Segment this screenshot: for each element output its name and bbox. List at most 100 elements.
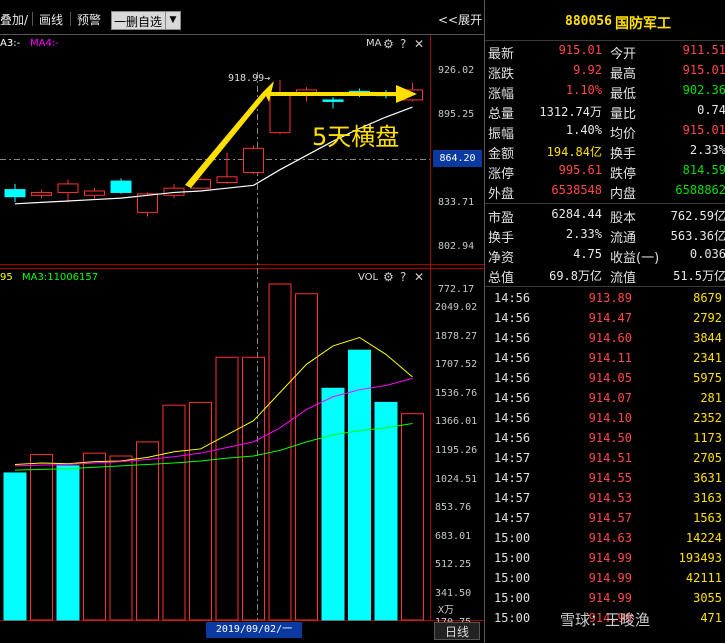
quote-row: 总值 69.8万亿 流值 51.5万亿 bbox=[485, 265, 725, 286]
tick-row: 15:00 914.63 14224 bbox=[485, 528, 725, 548]
tick-price: 914.07 bbox=[588, 391, 632, 405]
tick-time: 14:56 bbox=[494, 371, 531, 385]
quote-row: 换手 2.33% 流通 563.36亿 bbox=[485, 225, 725, 246]
tick-time: 15:00 bbox=[494, 531, 531, 545]
volume-y-tick: 1536.76 bbox=[435, 387, 478, 399]
y-tick: 926.02 bbox=[438, 65, 475, 76]
quote-value: 915.01 bbox=[682, 63, 725, 77]
y-tick: 833.71 bbox=[438, 197, 475, 208]
volume-bar bbox=[295, 293, 318, 621]
gear-icon[interactable]: ⚙ bbox=[383, 270, 394, 284]
tick-volume: 2792 bbox=[693, 311, 722, 325]
tick-row: 14:56 914.05 5975 bbox=[485, 368, 725, 388]
tick-row: 14:57 914.55 3631 bbox=[485, 468, 725, 488]
quote-value: 6284.44 bbox=[551, 207, 602, 221]
quote-label: 涨幅 bbox=[488, 87, 515, 102]
candle bbox=[4, 189, 26, 198]
quote-row: 振幅 1.40% 均价 915.01 bbox=[485, 121, 725, 142]
quote-value: 1.10% bbox=[565, 83, 602, 97]
quote-value: 0.74 bbox=[697, 103, 725, 117]
sideways-annotation: 5天横盘 bbox=[312, 123, 400, 151]
quote-row: 市盈 6284.44 股本 762.59亿 bbox=[485, 205, 725, 226]
tick-price: 914.57 bbox=[588, 511, 632, 525]
gear-icon[interactable]: ⚙ bbox=[383, 37, 394, 51]
tick-price: 914.05 bbox=[588, 371, 632, 385]
volume-bar bbox=[321, 387, 345, 621]
tick-time: 15:00 bbox=[494, 611, 531, 625]
tick-price: 913.89 bbox=[588, 291, 632, 305]
candle bbox=[84, 190, 105, 196]
quote-value: 1312.74万 bbox=[539, 105, 602, 119]
volume-y-tick: 1195.26 bbox=[435, 445, 478, 456]
close-icon[interactable]: ✕ bbox=[414, 270, 424, 284]
tick-price: 914.55 bbox=[588, 471, 632, 485]
quote-value: 6538548 bbox=[551, 183, 602, 197]
watermark-text: 雪球：王晙渔 bbox=[560, 611, 651, 629]
tick-volume: 8679 bbox=[693, 291, 722, 305]
quote-label: 涨跌 bbox=[488, 67, 515, 82]
tick-volume: 3055 bbox=[693, 591, 722, 605]
tick-price: 914.50 bbox=[588, 431, 632, 445]
tick-row: 14:56 914.10 2352 bbox=[485, 408, 725, 428]
volume-bar bbox=[83, 452, 106, 621]
volume-bar bbox=[215, 356, 239, 621]
quote-divider bbox=[485, 286, 725, 287]
tick-price: 914.47 bbox=[588, 311, 632, 325]
y-tick: 895.25 bbox=[438, 109, 475, 120]
quote-label: 外盘 bbox=[488, 187, 515, 202]
quote-row: 净资 4.75 收益(一) 0.036 bbox=[485, 245, 725, 266]
tick-time: 14:56 bbox=[494, 291, 531, 305]
tick-volume: 3631 bbox=[693, 471, 722, 485]
quote-label: 最低 bbox=[610, 87, 637, 102]
tick-volume: 14224 bbox=[685, 531, 722, 545]
tick-row: 14:56 913.89 8679 bbox=[485, 288, 725, 308]
tick-row: 15:00 914.99 3055 bbox=[485, 588, 725, 608]
volume-bar bbox=[3, 472, 27, 621]
volume-bar bbox=[374, 401, 398, 621]
quote-row: 外盘 6538548 内盘 6588862 bbox=[485, 181, 725, 202]
quote-value: 814.59 bbox=[682, 163, 725, 177]
volume-bar bbox=[401, 413, 424, 621]
tick-row: 14:56 914.47 2792 bbox=[485, 308, 725, 328]
y-tick: 802.94 bbox=[438, 241, 475, 252]
volume-unit: X万 bbox=[438, 605, 455, 616]
volume-bar bbox=[189, 401, 212, 621]
volume-y-tick: 512.25 bbox=[435, 559, 472, 571]
volume-y-tick: 2049.02 bbox=[435, 302, 478, 313]
volume-y-tick: 1707.52 bbox=[435, 359, 478, 371]
help-icon[interactable]: ? bbox=[400, 270, 406, 284]
tick-price: 914.53 bbox=[588, 491, 632, 505]
tick-volume: 2352 bbox=[693, 411, 722, 425]
volume-y-tick: 683.01 bbox=[435, 530, 472, 542]
candle bbox=[216, 176, 238, 183]
tick-volume: 3163 bbox=[693, 491, 722, 505]
tick-time: 14:57 bbox=[494, 511, 531, 525]
tick-volume: 3844 bbox=[693, 331, 722, 345]
tick-time: 14:56 bbox=[494, 351, 531, 365]
tick-price: 914.10 bbox=[588, 411, 632, 425]
daily-period-button[interactable]: 日线 bbox=[434, 622, 480, 640]
volume-y-tick: 1878.27 bbox=[435, 330, 478, 342]
tick-row: 14:57 914.57 1563 bbox=[485, 508, 725, 528]
ma-indicator-label[interactable]: MA bbox=[366, 38, 381, 49]
tick-volume: 193493 bbox=[678, 551, 722, 565]
quote-row: 涨跌 9.92 最高 915.01 bbox=[485, 61, 725, 82]
close-icon[interactable]: ✕ bbox=[414, 37, 424, 51]
quote-value: 915.01 bbox=[682, 123, 725, 137]
quote-label: 今开 bbox=[610, 47, 637, 62]
quote-value: 902.36 bbox=[682, 83, 725, 97]
tick-price: 914.63 bbox=[588, 531, 632, 545]
quote-row: 金额 194.84亿 换手 2.33% bbox=[485, 141, 725, 162]
ma-legend-b: MA4:- bbox=[30, 38, 59, 49]
volume-y-tick: 1024.51 bbox=[435, 473, 478, 485]
quote-label: 换手 bbox=[610, 147, 637, 162]
quote-label: 流通 bbox=[610, 231, 637, 246]
help-icon[interactable]: ? bbox=[400, 37, 406, 51]
volume-bars-group bbox=[3, 283, 424, 621]
tick-time: 14:57 bbox=[494, 471, 531, 485]
vol-indicator-label[interactable]: VOL bbox=[358, 272, 378, 283]
tick-time: 15:00 bbox=[494, 551, 531, 565]
quote-label: 最新 bbox=[488, 47, 515, 62]
tick-time: 14:57 bbox=[494, 491, 531, 505]
candle bbox=[57, 183, 79, 193]
